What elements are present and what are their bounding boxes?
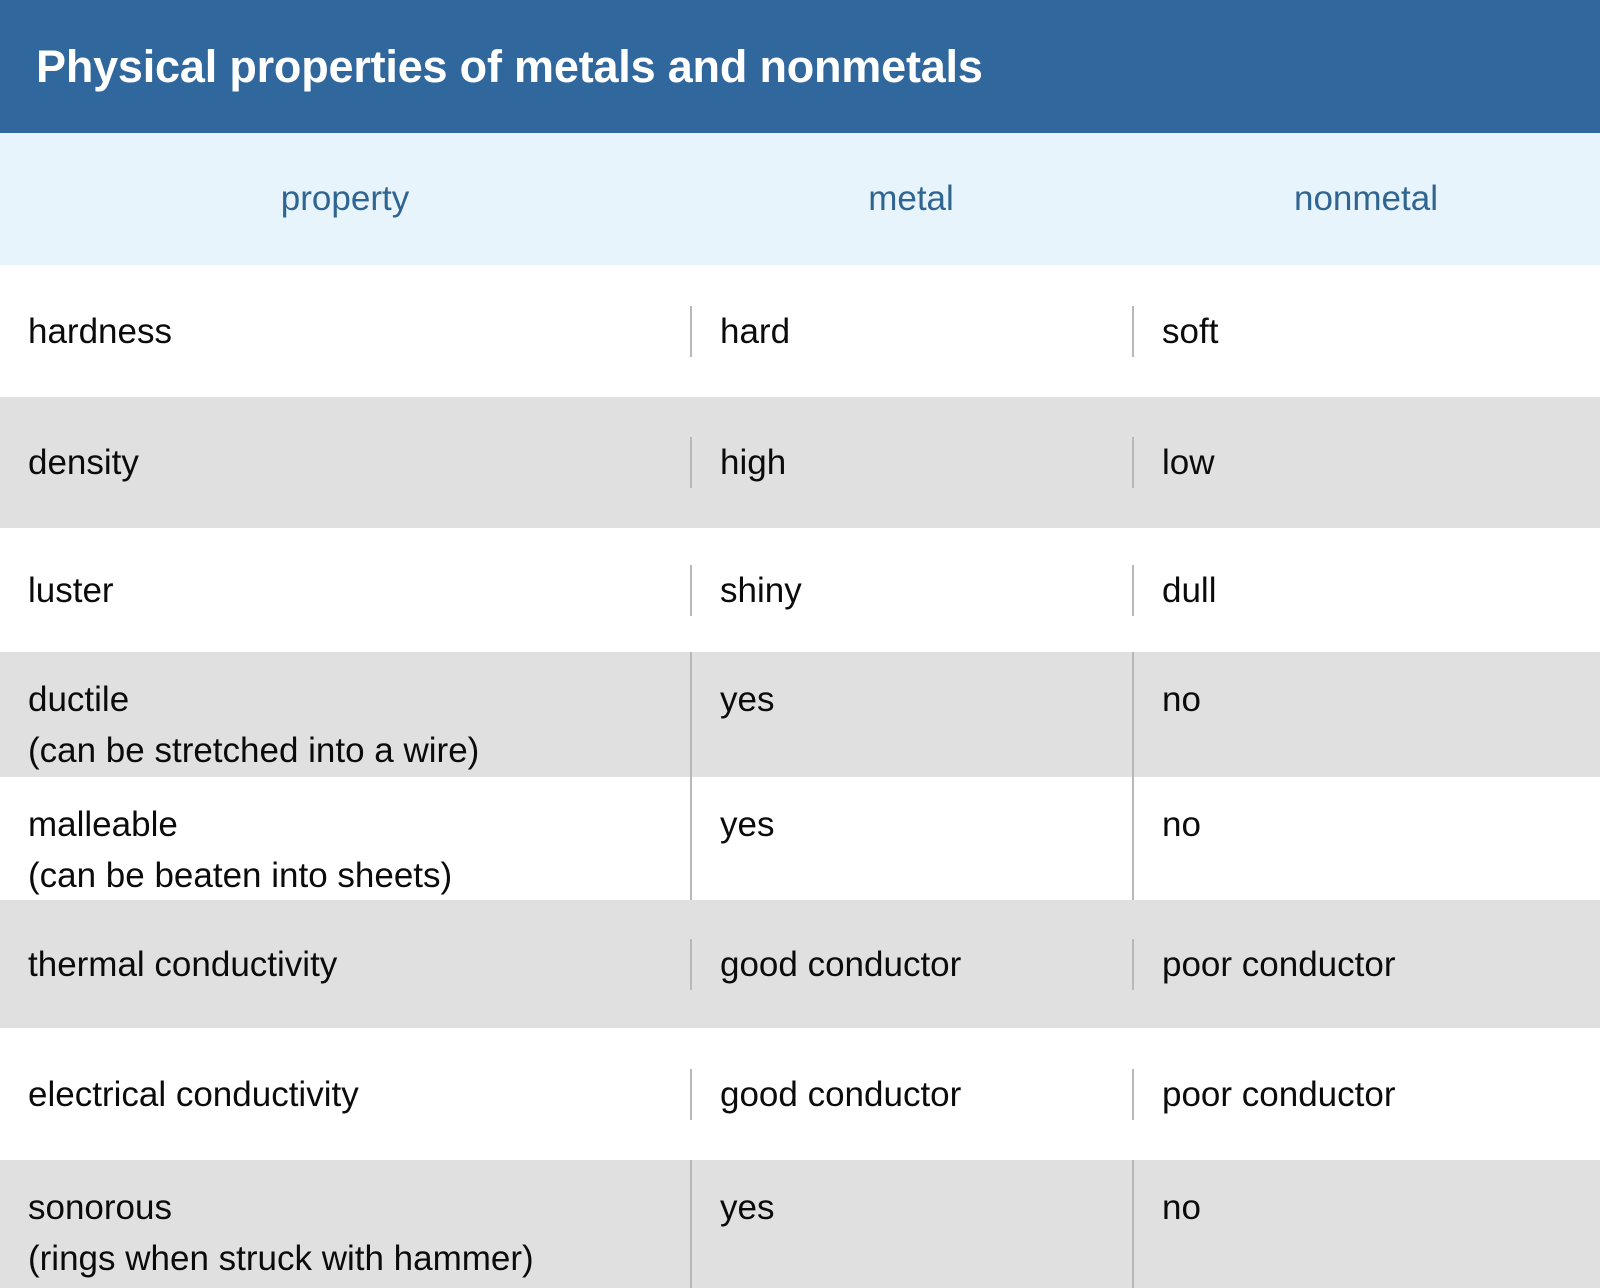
- cell-nonmetal: no: [1132, 777, 1600, 900]
- cell-metal: yes: [690, 1160, 1132, 1288]
- cell-nonmetal: no: [1132, 1160, 1600, 1288]
- cell-property: electrical conductivity: [0, 1069, 690, 1120]
- table-column-header-row: property metal nonmetal: [0, 133, 1600, 265]
- cell-metal: yes: [690, 777, 1132, 900]
- cell-nonmetal: poor conductor: [1132, 939, 1600, 990]
- cell-metal: high: [690, 437, 1132, 488]
- table-row: malleable (can be beaten into sheets)yes…: [0, 777, 1600, 900]
- table-row: sonorous (rings when struck with hammer)…: [0, 1160, 1600, 1288]
- column-header-nonmetal: nonmetal: [1132, 179, 1600, 219]
- cell-nonmetal: no: [1132, 652, 1600, 777]
- table-row: hardnesshardsoft: [0, 265, 1600, 397]
- cell-nonmetal: low: [1132, 437, 1600, 488]
- table-row: ductile (can be stretched into a wire)ye…: [0, 652, 1600, 777]
- column-header-metal: metal: [690, 179, 1132, 219]
- cell-nonmetal: soft: [1132, 306, 1600, 357]
- cell-property: thermal conductivity: [0, 939, 690, 990]
- table-row: densityhighlow: [0, 397, 1600, 528]
- table-row: lustershinydull: [0, 528, 1600, 652]
- column-header-property: property: [0, 179, 690, 219]
- cell-property: sonorous (rings when struck with hammer): [0, 1160, 690, 1288]
- cell-property: malleable (can be beaten into sheets): [0, 777, 690, 900]
- table-page: Physical properties of metals and nonmet…: [0, 0, 1600, 1288]
- cell-nonmetal: dull: [1132, 565, 1600, 616]
- cell-metal: good conductor: [690, 1069, 1132, 1120]
- table-row: electrical conductivitygood conductorpoo…: [0, 1028, 1600, 1160]
- table-body: hardnesshardsoftdensityhighlowlustershin…: [0, 265, 1600, 1288]
- title-band: Physical properties of metals and nonmet…: [0, 0, 1600, 133]
- cell-metal: hard: [690, 306, 1132, 357]
- cell-nonmetal: poor conductor: [1132, 1069, 1600, 1120]
- cell-metal: yes: [690, 652, 1132, 777]
- page-title: Physical properties of metals and nonmet…: [36, 0, 983, 133]
- cell-property: density: [0, 437, 690, 488]
- cell-metal: shiny: [690, 565, 1132, 616]
- cell-property: luster: [0, 565, 690, 616]
- cell-property: hardness: [0, 306, 690, 357]
- cell-metal: good conductor: [690, 939, 1132, 990]
- cell-property: ductile (can be stretched into a wire): [0, 652, 690, 777]
- table-row: thermal conductivitygood conductorpoor c…: [0, 900, 1600, 1028]
